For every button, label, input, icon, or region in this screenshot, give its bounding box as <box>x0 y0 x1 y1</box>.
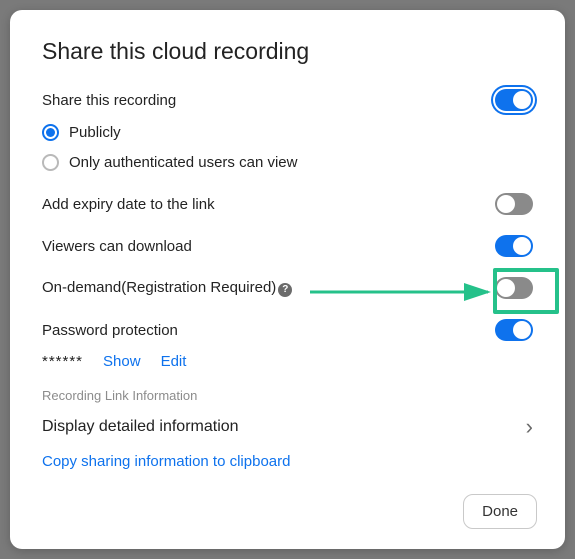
password-toggle[interactable] <box>495 319 533 341</box>
done-button[interactable]: Done <box>463 494 537 529</box>
expiry-row: Add expiry date to the link <box>42 183 533 225</box>
download-toggle[interactable] <box>495 235 533 257</box>
password-row: Password protection <box>42 309 533 351</box>
share-recording-dialog: Share this cloud recording Share this re… <box>10 10 565 549</box>
download-row: Viewers can download <box>42 225 533 267</box>
link-info-section-label: Recording Link Information <box>42 388 533 403</box>
dialog-footer: Done <box>463 494 537 529</box>
share-this-recording-row: Share this recording <box>42 83 533 117</box>
chevron-right-icon: › <box>526 414 533 440</box>
expiry-toggle[interactable] <box>495 193 533 215</box>
share-recording-label: Share this recording <box>42 92 176 109</box>
password-edit-link[interactable]: Edit <box>161 353 187 370</box>
ondemand-label-wrap: On-demand(Registration Required)? <box>42 279 292 297</box>
display-detailed-info-label: Display detailed information <box>42 418 239 436</box>
share-option-publicly-label: Publicly <box>69 124 121 141</box>
display-detailed-info-row[interactable]: Display detailed information › <box>42 409 533 445</box>
password-masked: ****** <box>42 353 83 370</box>
share-recording-toggle[interactable] <box>495 89 533 111</box>
share-option-publicly[interactable]: Publicly <box>42 117 533 147</box>
help-icon[interactable]: ? <box>278 283 292 297</box>
ondemand-label: On-demand(Registration Required) <box>42 279 276 296</box>
ondemand-row: On-demand(Registration Required)? <box>42 267 533 309</box>
expiry-label: Add expiry date to the link <box>42 196 215 213</box>
password-show-link[interactable]: Show <box>103 353 141 370</box>
ondemand-toggle[interactable] <box>495 277 533 299</box>
share-option-authenticated[interactable]: Only authenticated users can view <box>42 147 533 177</box>
password-label: Password protection <box>42 322 178 339</box>
password-controls: ****** Show Edit <box>42 353 533 370</box>
radio-unselected-icon <box>42 154 59 171</box>
share-option-authenticated-label: Only authenticated users can view <box>69 154 297 171</box>
radio-selected-icon <box>42 124 59 141</box>
dialog-title: Share this cloud recording <box>42 38 533 65</box>
copy-sharing-info-link[interactable]: Copy sharing information to clipboard <box>42 453 290 470</box>
download-label: Viewers can download <box>42 238 192 255</box>
